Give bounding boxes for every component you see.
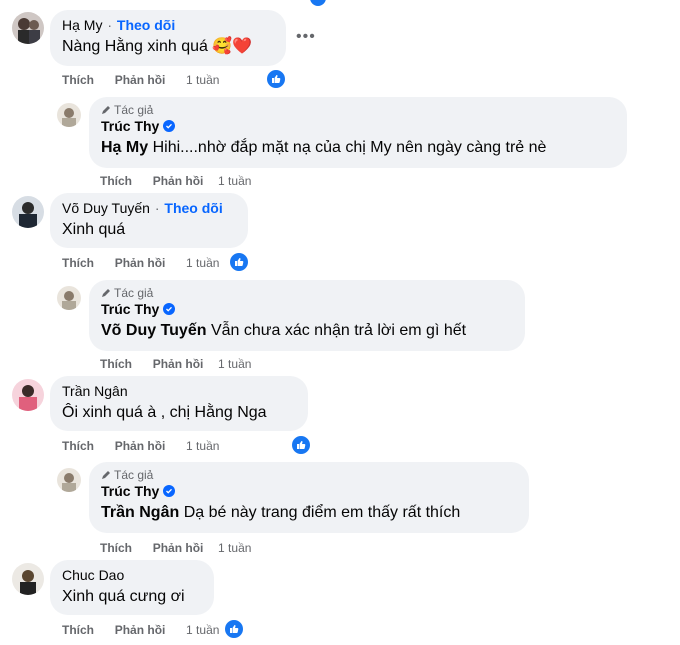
comment-actions: Thích Phản hồi 1 tuần (62, 439, 219, 453)
reply-text: Trần Ngân Dạ bé này trang điểm em thấy r… (101, 504, 461, 521)
comment-header: Trần Ngân (62, 382, 296, 400)
reply-bubble-3: Tác giả Trúc Thy Trần Ngân Dạ bé này tra… (89, 462, 529, 533)
comment-actions: Thích Phản hồi 1 tuần (62, 73, 219, 87)
like-link[interactable]: Thích (62, 256, 94, 270)
reply-time[interactable]: 1 tuần (218, 541, 251, 555)
avatar-ha-my[interactable] (12, 12, 44, 44)
like-link[interactable]: Thích (62, 439, 94, 453)
verified-badge-icon (163, 303, 176, 315)
reply-author[interactable]: Trúc Thy (101, 482, 159, 500)
mention-link[interactable]: Trần Ngân (101, 504, 179, 521)
reply-actions: Thích Phản hồi 1 tuần (100, 357, 251, 371)
like-link[interactable]: Thích (62, 73, 94, 87)
pen-icon (102, 289, 110, 297)
follow-button[interactable]: Theo dõi (164, 200, 222, 216)
author-tag: Tác giả (101, 286, 513, 300)
comment-bubble-4: Chuc Dao Xinh quá cưng ơi (50, 560, 214, 615)
comment-bubble-1: Hạ My · Theo dõi Nàng Hằng xinh quá 🥰❤️ (50, 10, 286, 66)
comment-time[interactable]: 1 tuần (186, 439, 219, 453)
thumbs-up-icon[interactable] (223, 618, 245, 640)
reply-header: Trúc Thy (101, 117, 615, 135)
reply-time[interactable]: 1 tuần (218, 357, 251, 371)
comment-author[interactable]: Chuc Dao (62, 567, 124, 583)
reply-author[interactable]: Trúc Thy (101, 300, 159, 318)
mention-link[interactable]: Hạ My (101, 139, 148, 156)
reply-bubble-1: Tác giả Trúc Thy Hạ My Hihi....nhờ đắp m… (89, 97, 627, 168)
avatar-truc-thy[interactable] (57, 468, 81, 492)
reply-time[interactable]: 1 tuần (218, 174, 251, 188)
reply-link[interactable]: Phản hồi (153, 357, 204, 371)
comment-text: Ôi xinh quá à , chị Hằng Nga (62, 404, 267, 421)
comment-text: Xinh quá cưng ơi (62, 588, 185, 605)
author-tag: Tác giả (101, 103, 615, 117)
reply-link[interactable]: Phản hồi (153, 174, 204, 188)
comment-header: Võ Duy Tuyến · Theo dõi (62, 200, 223, 216)
reply-link[interactable]: Phản hồi (115, 256, 166, 270)
avatar-tran-ngan[interactable] (12, 379, 44, 411)
follow-button[interactable]: Theo dõi (117, 17, 175, 33)
more-dots-icon[interactable]: ••• (296, 28, 316, 46)
reply-bubble-2: Tác giả Trúc Thy Võ Duy Tuyến Vẫn chưa x… (89, 280, 525, 351)
reply-author[interactable]: Trúc Thy (101, 117, 159, 135)
reply-header: Trúc Thy (101, 482, 517, 500)
comment-text: Xinh quá (62, 221, 126, 238)
like-link[interactable]: Thích (100, 357, 132, 371)
verified-badge-icon (163, 485, 176, 497)
reply-actions: Thích Phản hồi 1 tuần (100, 174, 251, 188)
like-link[interactable]: Thích (62, 623, 94, 637)
comment-header: Hạ My · Theo dõi (62, 17, 176, 33)
avatar-truc-thy[interactable] (57, 286, 81, 310)
pen-icon (102, 471, 110, 479)
reply-actions: Thích Phản hồi 1 tuần (100, 541, 251, 555)
avatar-truc-thy[interactable] (57, 103, 81, 127)
reply-link[interactable]: Phản hồi (115, 439, 166, 453)
thumbs-up-icon[interactable] (265, 68, 287, 90)
comment-bubble-2: Võ Duy Tuyến · Theo dõi Xinh quá (50, 193, 248, 248)
avatar-chuc-dao[interactable] (12, 563, 44, 595)
mention-link[interactable]: Võ Duy Tuyến (101, 322, 207, 339)
reply-text: Võ Duy Tuyến Vẫn chưa xác nhận trả lời e… (101, 322, 467, 339)
reply-header: Trúc Thy (101, 300, 513, 318)
comment-actions: Thích Phản hồi 1 tuần (62, 256, 219, 270)
comment-time[interactable]: 1 tuần (186, 73, 219, 87)
author-tag: Tác giả (101, 468, 517, 482)
comment-text: Nàng Hằng xinh quá 🥰❤️ (62, 38, 253, 55)
comment-time[interactable]: 1 tuần (186, 256, 219, 270)
comment-author[interactable]: Võ Duy Tuyến (62, 200, 150, 216)
comment-author[interactable]: Hạ My (62, 17, 102, 33)
comment-actions: Thích Phản hồi 1 tuần (62, 623, 219, 637)
comment-bubble-3: Trần Ngân Ôi xinh quá à , chị Hằng Nga (50, 376, 308, 431)
emoji: 🥰❤️ (212, 38, 253, 55)
like-link[interactable]: Thích (100, 174, 132, 188)
pen-icon (102, 106, 110, 114)
comment-time[interactable]: 1 tuần (186, 623, 219, 637)
reply-link[interactable]: Phản hồi (115, 623, 166, 637)
like-link[interactable]: Thích (100, 541, 132, 555)
avatar-vo-duy-tuyen[interactable] (12, 196, 44, 228)
thumbs-up-icon[interactable] (290, 434, 312, 456)
comment-author[interactable]: Trần Ngân (62, 383, 128, 399)
like-badge-top (310, 0, 326, 6)
thumbs-up-icon[interactable] (228, 251, 250, 273)
reply-text: Hạ My Hihi....nhờ đắp mặt nạ của chị My … (101, 139, 547, 156)
comment-header: Chuc Dao (62, 566, 202, 584)
reply-link[interactable]: Phản hồi (115, 73, 166, 87)
verified-badge-icon (163, 120, 176, 132)
reply-link[interactable]: Phản hồi (153, 541, 204, 555)
